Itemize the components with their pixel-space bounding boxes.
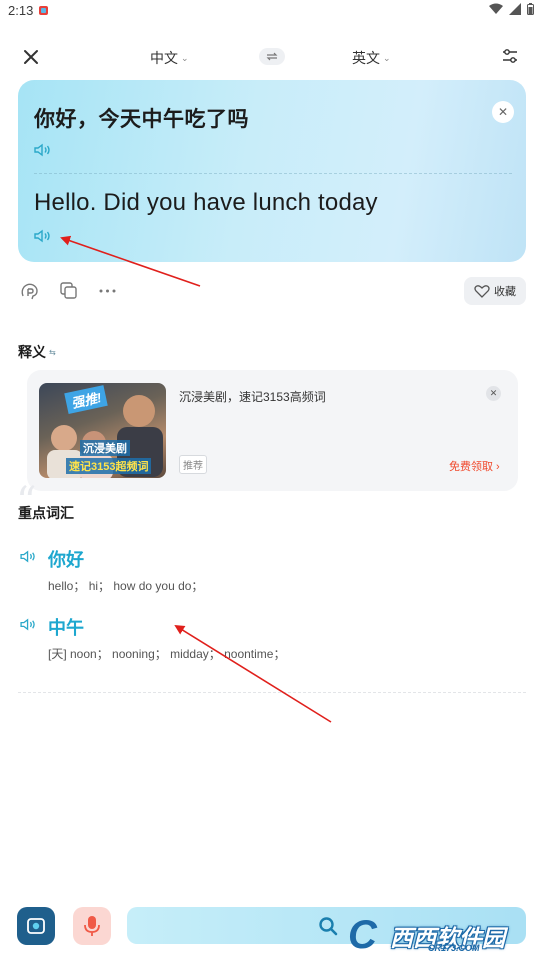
annotation-arrow-2 [174,624,332,723]
card-divider [34,173,512,174]
chevron-down-icon: ⌄ [383,52,391,63]
watermark-logo: C [348,913,377,957]
word-speaker-icon[interactable] [20,550,37,563]
vocab-definition: [天] noon； nooning； midday； noontime； [48,647,286,661]
target-speaker-icon[interactable] [34,229,52,243]
settings-sliders-icon[interactable] [501,47,519,65]
app-notification-icon [39,6,48,15]
swap-small-icon: ⇆ [49,347,56,357]
search-icon[interactable] [318,916,338,936]
copy-icon[interactable] [60,282,77,299]
voice-translate-button[interactable] [73,907,111,945]
microphone-icon [84,916,100,936]
vocab-word[interactable]: 中午 [48,614,84,640]
ad-tag: 推荐 [179,455,207,474]
ad-image-line2: 速记3153超频词 [66,458,152,474]
vocab-definition: hello； hi； how do you do； [48,579,204,593]
close-icon[interactable] [20,46,42,68]
heart-icon [474,285,490,298]
ad-image-line1: 沉浸美剧 [80,440,130,456]
vocab-word[interactable]: 你好 [48,546,84,572]
close-icon: ✕ [489,388,498,398]
status-icons [489,3,534,15]
favorite-label: 收藏 [494,286,516,298]
source-language-label: 中文 [150,50,178,66]
clear-input-button[interactable]: ✕ [492,101,514,123]
target-language-select[interactable]: 英文 ⌄ [352,48,391,68]
ad-title[interactable]: 沉浸美剧，速记3153高频词 [179,388,326,405]
ad-close-button[interactable]: ✕ [486,386,501,401]
wifi-icon [489,3,503,14]
ai-explain-icon[interactable] [20,282,39,301]
signal-icon [509,3,521,15]
target-language-label: 英文 [352,50,380,66]
watermark-url: CR173.COM [428,943,480,953]
definition-heading: 释义 ⇆ [18,342,56,362]
more-icon[interactable] [98,282,117,301]
camera-translate-button[interactable] [17,907,55,945]
source-speaker-icon[interactable] [34,143,52,157]
chevron-down-icon: ⌄ [181,52,189,63]
section-divider [18,692,526,693]
source-language-select[interactable]: 中文 ⌄ [150,48,189,68]
word-speaker-icon[interactable] [20,618,37,631]
battery-icon [527,3,534,15]
target-text[interactable]: Hello. Did you have lunch today [34,189,378,217]
favorite-button[interactable]: 收藏 [464,277,526,305]
source-text[interactable]: 你好，今天中午吃了吗 [34,103,249,133]
close-icon: ✕ [497,105,509,119]
status-time: 2:13 [8,3,34,18]
vocab-heading: 重点词汇 [18,505,74,521]
definition-title: 释义 [18,344,46,360]
swap-languages-button[interactable] [259,48,285,65]
camera-icon [27,918,45,934]
ad-claim-link[interactable]: 免费领取 › [449,458,500,474]
swap-icon [266,52,278,61]
